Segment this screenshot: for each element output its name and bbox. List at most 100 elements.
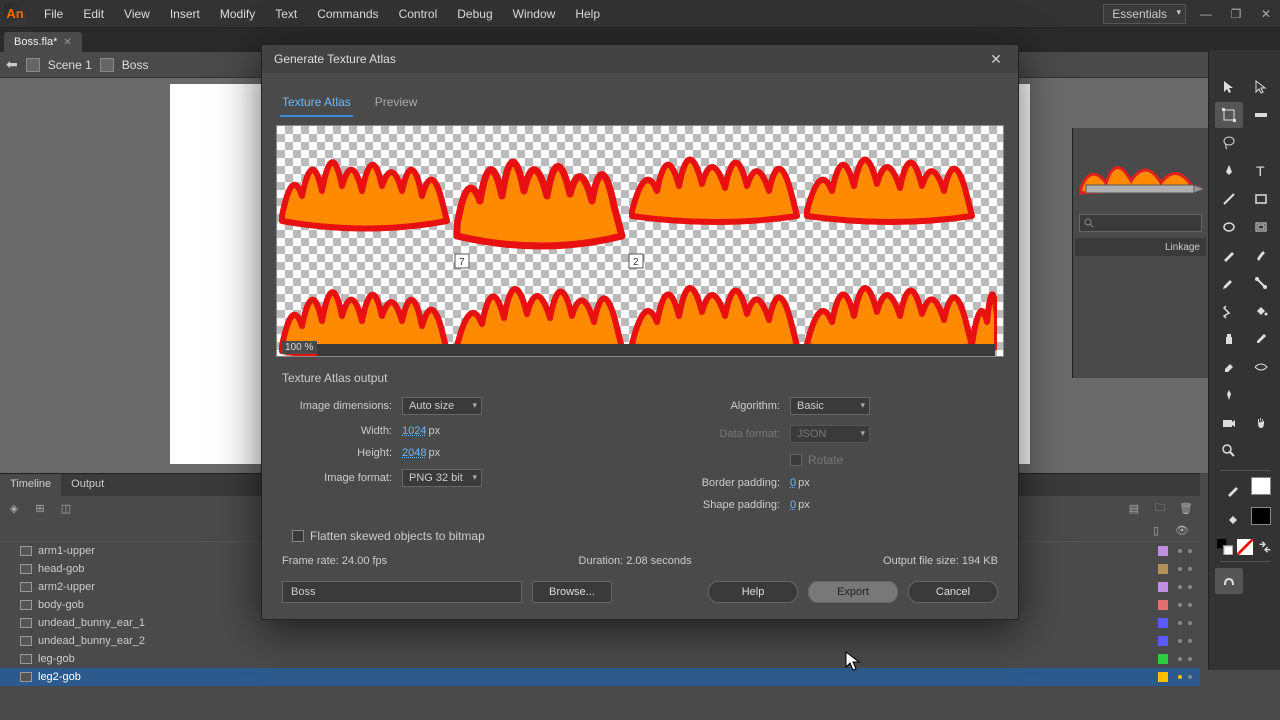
layer-row[interactable]: leg-gob	[0, 650, 1200, 668]
onion-skin-icon[interactable]: ◫	[58, 500, 74, 516]
text-tool-icon[interactable]: T	[1247, 158, 1275, 184]
frame-rate-info: Frame rate: 24.00 fps	[282, 555, 387, 567]
keyframe-icon[interactable]: ◈	[6, 500, 22, 516]
document-tab[interactable]: Boss.fla* ✕	[4, 32, 82, 52]
layer-name: leg-gob	[38, 653, 75, 665]
bind-tool-icon[interactable]	[1215, 298, 1243, 324]
layer-icon	[20, 654, 32, 664]
bone-tool-icon[interactable]	[1247, 270, 1275, 296]
help-button[interactable]: Help	[708, 581, 798, 603]
menu-commands[interactable]: Commands	[307, 3, 388, 25]
output-path-input[interactable]: Boss	[282, 581, 522, 603]
close-window-icon[interactable]: ✕	[1256, 6, 1276, 22]
browse-button[interactable]: Browse...	[532, 581, 612, 603]
camera-tool-icon[interactable]	[1215, 410, 1243, 436]
layer-name: undead_bunny_ear_2	[38, 635, 145, 647]
tab-output[interactable]: Output	[61, 474, 114, 496]
menu-help[interactable]: Help	[565, 3, 610, 25]
library-preview-icon	[1076, 133, 1206, 203]
line-tool-icon[interactable]	[1215, 186, 1243, 212]
no-color-icon[interactable]	[1237, 539, 1253, 555]
menu-view[interactable]: View	[114, 3, 160, 25]
atlas-preview-area[interactable]: 7 2	[276, 125, 1004, 357]
menu-text[interactable]: Text	[265, 3, 307, 25]
pencil-tool-icon[interactable]	[1215, 242, 1243, 268]
ink-bottle-tool-icon[interactable]	[1215, 326, 1243, 352]
menu-insert[interactable]: Insert	[160, 3, 210, 25]
eraser-tool-icon[interactable]	[1215, 354, 1243, 380]
swap-colors-icon[interactable]	[1257, 539, 1273, 555]
menu-edit[interactable]: Edit	[73, 3, 114, 25]
lock-column-icon[interactable]: ▯	[1148, 523, 1164, 539]
cancel-button[interactable]: Cancel	[908, 581, 998, 603]
paint-bucket-tool-icon[interactable]	[1247, 298, 1275, 324]
close-tab-icon[interactable]: ✕	[63, 37, 71, 48]
image-format-select[interactable]: PNG 32 bit	[402, 469, 482, 487]
polystar-tool-icon[interactable]	[1247, 214, 1275, 240]
paint-brush-tool-icon[interactable]	[1215, 270, 1243, 296]
fill-color-swatch[interactable]	[1251, 507, 1271, 525]
dialog-title-bar[interactable]: Generate Texture Atlas ✕	[262, 45, 1018, 73]
width-label: Width:	[282, 425, 392, 437]
delete-layer-icon[interactable]: 🗑	[1178, 500, 1194, 516]
visibility-column-icon[interactable]: 👁	[1174, 523, 1190, 539]
width-tool-icon[interactable]	[1247, 354, 1275, 380]
algorithm-select[interactable]: Basic	[790, 397, 870, 415]
lasso-tool-icon[interactable]	[1215, 130, 1243, 156]
magic-wand-tool-icon[interactable]	[1247, 130, 1275, 156]
oval-tool-icon[interactable]	[1215, 214, 1243, 240]
brush-tool-icon[interactable]	[1247, 242, 1275, 268]
menu-debug[interactable]: Debug	[447, 3, 502, 25]
width-value[interactable]: 1024	[402, 425, 426, 437]
tab-texture-atlas[interactable]: Texture Atlas	[280, 91, 353, 117]
tab-timeline[interactable]: Timeline	[0, 474, 61, 496]
horizontal-scrollbar[interactable]	[317, 344, 995, 356]
new-layer-icon[interactable]: ▤	[1126, 500, 1142, 516]
maximize-icon[interactable]: ❐	[1226, 6, 1246, 22]
hand-tool-icon[interactable]	[1247, 410, 1275, 436]
pen-tool-icon[interactable]	[1215, 158, 1243, 184]
stroke-color-swatch[interactable]	[1251, 477, 1271, 495]
layer-icon	[20, 546, 32, 556]
subselection-tool-icon[interactable]	[1247, 74, 1275, 100]
flatten-checkbox[interactable]	[292, 530, 304, 542]
workspace-dropdown[interactable]: Essentials	[1103, 4, 1186, 24]
free-transform-tool-icon[interactable]	[1215, 102, 1243, 128]
height-value[interactable]: 2048	[402, 447, 426, 459]
menu-control[interactable]: Control	[389, 3, 448, 25]
linkage-header[interactable]: Linkage	[1075, 238, 1206, 256]
scene-name[interactable]: Scene 1	[48, 58, 92, 72]
menu-window[interactable]: Window	[503, 3, 566, 25]
shape-padding-value[interactable]: 0	[790, 499, 796, 511]
export-button[interactable]: Export	[808, 581, 898, 603]
height-unit: px	[428, 447, 440, 459]
image-dimensions-select[interactable]: Auto size	[402, 397, 482, 415]
zoom-level: 100 %	[281, 341, 317, 354]
new-folder-icon[interactable]: 🗀	[1152, 500, 1168, 516]
eyedropper-tool-icon[interactable]	[1247, 326, 1275, 352]
back-arrow-icon[interactable]: ⬅	[6, 56, 18, 73]
gradient-tool-icon[interactable]	[1247, 102, 1275, 128]
pin-tool-icon[interactable]	[1215, 382, 1243, 408]
menu-file[interactable]: File	[34, 3, 73, 25]
tab-preview[interactable]: Preview	[373, 91, 420, 117]
selection-tool-icon[interactable]	[1215, 74, 1243, 100]
snap-to-object-icon[interactable]	[1215, 568, 1243, 594]
menu-modify[interactable]: Modify	[210, 3, 265, 25]
layer-row[interactable]: leg2-gob	[0, 668, 1200, 686]
layer-row[interactable]: undead_bunny_ear_2	[0, 632, 1200, 650]
fill-color-icon[interactable]	[1219, 507, 1247, 533]
library-search[interactable]	[1079, 214, 1202, 232]
rectangle-tool-icon[interactable]	[1247, 186, 1275, 212]
scene-icon	[26, 58, 40, 72]
default-colors-icon[interactable]	[1217, 539, 1233, 555]
close-dialog-icon[interactable]: ✕	[986, 49, 1006, 69]
generate-texture-atlas-dialog: Generate Texture Atlas ✕ Texture Atlas P…	[261, 44, 1019, 620]
minimize-icon[interactable]: —	[1196, 6, 1216, 22]
zoom-tool-icon[interactable]	[1215, 438, 1243, 464]
stroke-color-icon[interactable]	[1219, 477, 1247, 503]
layer-tree-icon[interactable]: ⊞	[32, 500, 48, 516]
border-padding-value[interactable]: 0	[790, 477, 796, 489]
symbol-name[interactable]: Boss	[122, 58, 149, 72]
layer-name: head-gob	[38, 563, 85, 575]
